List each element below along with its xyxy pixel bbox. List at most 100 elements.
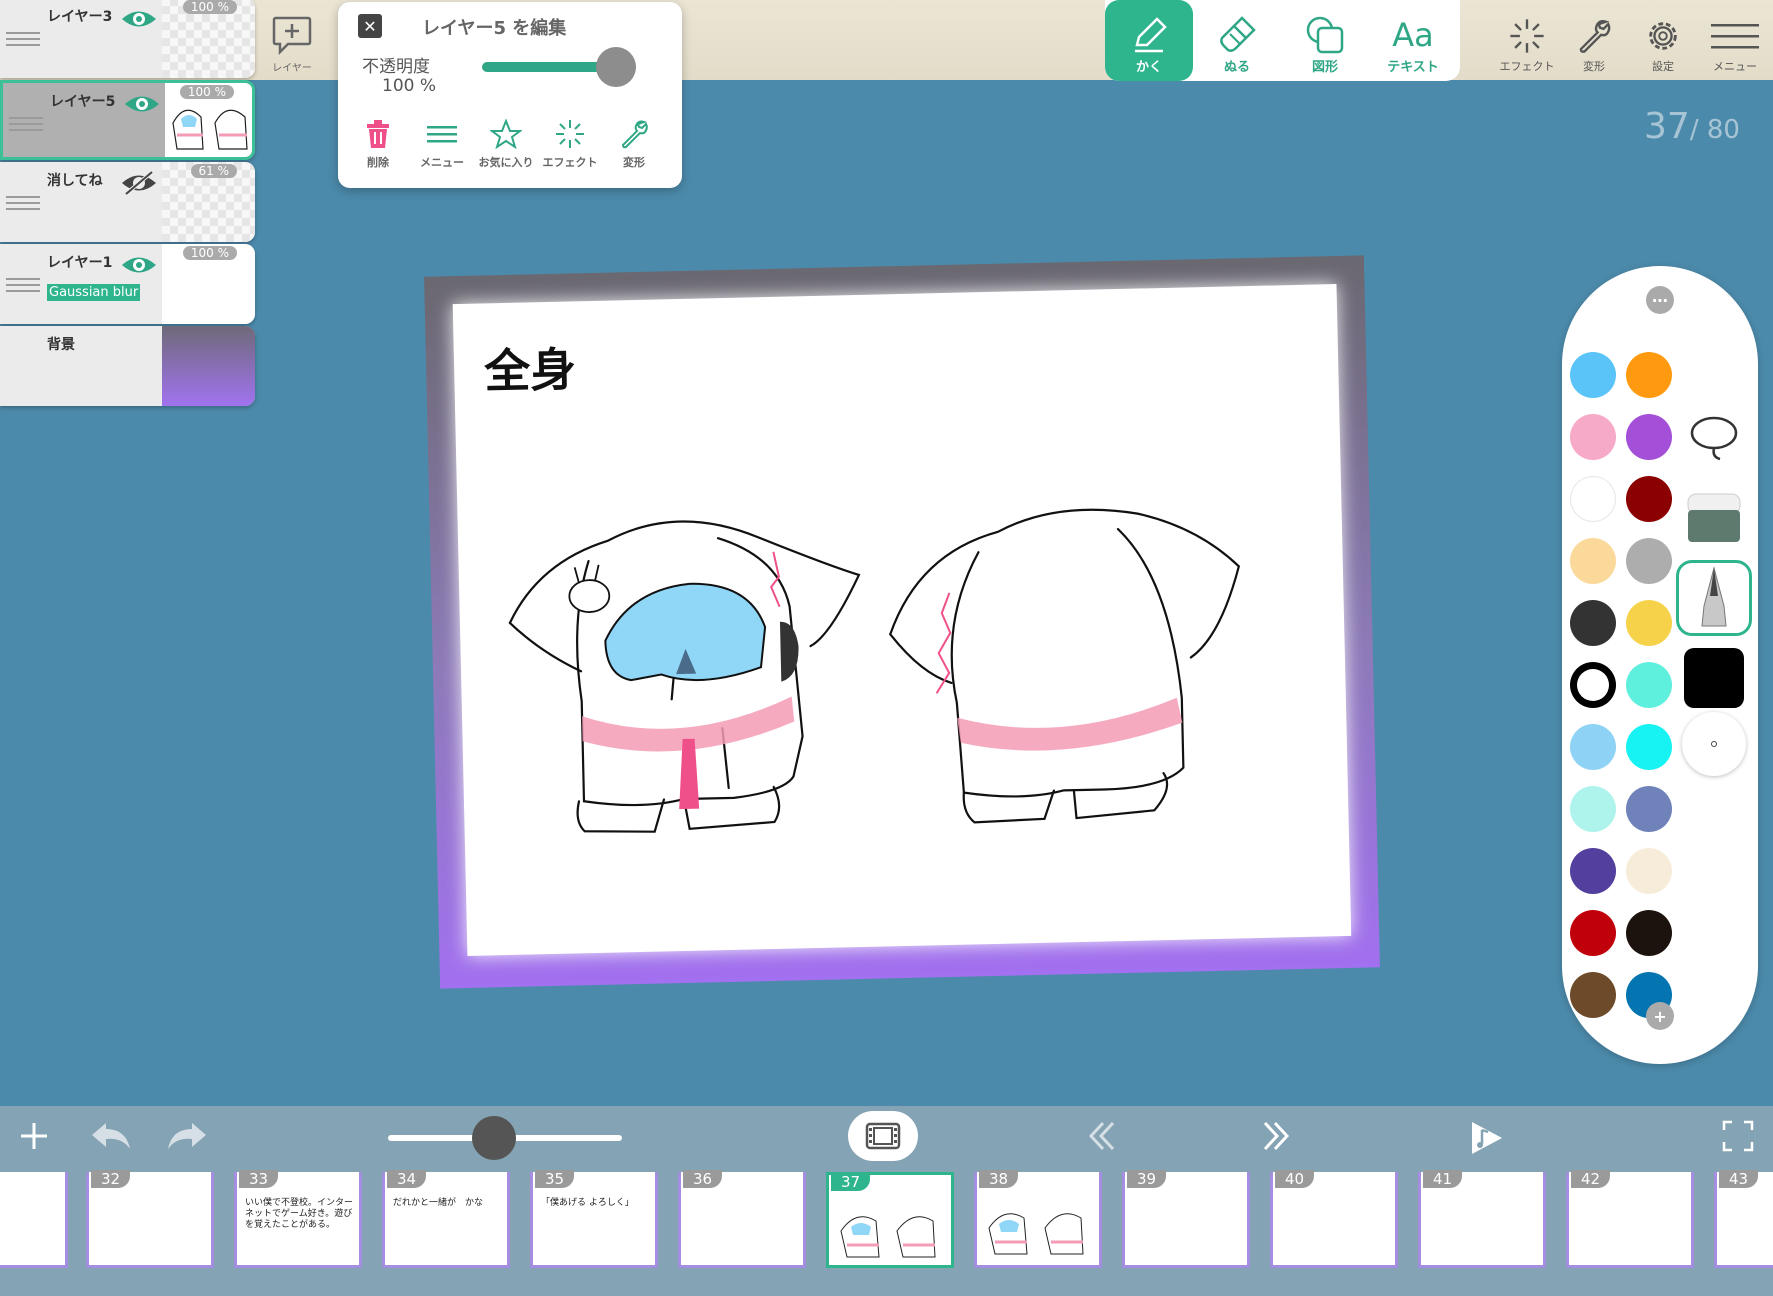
page-counter: 37/ 80 [1644,106,1740,147]
color-swatch[interactable] [1570,352,1616,398]
frame-thumbnail-current[interactable]: 37 [826,1172,954,1268]
color-swatch[interactable] [1570,848,1616,894]
dot-size [1682,712,1746,776]
effect-badge[interactable]: Gaussian blur [47,284,141,301]
eye-icon[interactable] [120,252,158,278]
frame-thumbnail[interactable]: 40 [1270,1170,1398,1268]
eye-hidden-icon[interactable] [120,170,158,196]
eraser-tool[interactable] [1676,480,1752,556]
frame-thumbnail[interactable]: 42 [1566,1170,1694,1268]
eye-icon[interactable] [123,91,161,117]
total-pages: / 80 [1689,115,1740,145]
effect-menu-button[interactable]: エフェクト [1494,14,1560,74]
layer-name: 消してね [47,173,103,189]
color-palette: ⋯ + [1562,266,1758,1064]
color-swatch[interactable] [1626,538,1672,584]
color-swatch[interactable] [1626,414,1672,460]
color-swatch[interactable] [1570,600,1616,646]
layer-name: レイヤー5 [50,94,116,110]
tool-draw[interactable]: かく [1105,0,1193,81]
tool-shape[interactable]: 図形 [1281,0,1369,81]
layer-name: 背景 [47,337,75,353]
color-swatch[interactable] [1626,476,1672,522]
color-swatch[interactable] [1626,600,1672,646]
tool-text[interactable]: Aa テキスト [1369,0,1457,81]
frame-thumbnail[interactable]: 32 [86,1170,214,1268]
color-swatch[interactable] [1626,786,1672,832]
transform-menu-button[interactable]: 変形 [1561,14,1627,74]
color-swatch[interactable] [1626,662,1672,708]
transform-button[interactable]: 変形 [602,114,666,170]
tool-fill[interactable]: ぬる [1193,0,1281,81]
play-button[interactable] [1464,1116,1508,1160]
gear-icon [1649,22,1677,50]
undo-button[interactable] [88,1116,134,1156]
opacity-slider-knob[interactable] [596,47,636,87]
color-swatch[interactable] [1626,910,1672,956]
layer-row-background[interactable]: 背景 [0,326,255,406]
menu-button[interactable]: メニュー [410,114,474,170]
color-swatch[interactable] [1570,786,1616,832]
double-chevron-right-icon [1263,1121,1290,1151]
frame-thumbnail[interactable]: 33 いい僕で不登校。インターネットでゲーム好き。遊びを覚えたことがある。 [234,1170,362,1268]
color-swatch[interactable] [1626,352,1672,398]
double-chevron-left-icon [1088,1121,1115,1151]
layer-row-5[interactable]: レイヤー5 100 % [0,80,255,160]
frame-thumbnail[interactable] [0,1172,68,1268]
canvas-paper[interactable]: 全身 [452,284,1352,956]
eye-icon[interactable] [120,6,158,32]
canvas-frame[interactable]: 全身 [424,255,1380,989]
frame-number: 41 [1423,1170,1463,1188]
layer-row-erase[interactable]: 消してね 61 % [0,162,255,242]
drag-handle-icon[interactable] [9,113,43,133]
main-menu-button[interactable]: メニュー [1702,14,1768,74]
color-swatch[interactable] [1570,662,1616,708]
color-swatch[interactable] [1626,724,1672,770]
frame-thumbnail[interactable]: 34 だれかと一緒が かな [382,1170,510,1268]
zoom-slider-knob[interactable] [472,1116,516,1160]
favorite-button[interactable]: お気に入り [474,114,538,170]
pen-tool[interactable] [1676,560,1752,636]
effect-button[interactable]: エフェクト [538,114,602,170]
more-options-icon[interactable]: ⋯ [1646,286,1674,314]
film-view-button[interactable] [848,1111,918,1161]
menu-icon [1711,24,1759,49]
frame-thumbnail[interactable]: 38 [974,1170,1102,1268]
settings-button[interactable]: 設定 [1630,14,1696,74]
color-swatch[interactable] [1570,476,1616,522]
lasso-tool[interactable] [1676,400,1752,476]
frame-thumbnail[interactable]: 41 [1418,1170,1546,1268]
frame-thumbnail[interactable]: 43 [1714,1170,1773,1268]
color-swatch[interactable] [1570,724,1616,770]
frame-thumbnail[interactable]: 39 [1122,1170,1250,1268]
frame-number: 39 [1127,1170,1167,1188]
frame-thumbnail[interactable]: 36 [678,1170,806,1268]
brush-size-slot[interactable] [1676,706,1752,782]
next-frame-button[interactable] [1256,1116,1296,1156]
add-frame-button[interactable] [14,1116,54,1156]
color-swatch[interactable] [1570,414,1616,460]
delete-button[interactable]: 削除 [346,114,410,170]
color-swatch[interactable] [1570,538,1616,584]
layer-row-3[interactable]: レイヤー3 100 % [0,0,255,78]
film-icon [865,1122,901,1150]
drag-handle-icon[interactable] [6,192,40,212]
drag-handle-icon[interactable] [6,274,40,294]
undo-icon [92,1123,130,1149]
pen-icon [1135,17,1167,53]
drag-handle-icon[interactable] [6,28,40,48]
current-color-slot[interactable] [1676,640,1752,716]
frame-thumbnail[interactable]: 35 「僕あげる よろしく」 [530,1170,658,1268]
add-color-icon[interactable]: + [1646,1002,1674,1030]
opacity-badge: 100 % [182,246,237,260]
fullscreen-button[interactable] [1718,1116,1758,1156]
close-button[interactable]: ✕ [358,14,382,38]
color-swatch[interactable] [1570,972,1616,1018]
redo-button[interactable] [164,1116,210,1156]
layer-row-1[interactable]: レイヤー1 Gaussian blur 100 % [0,244,255,324]
add-layer-button[interactable]: レイヤー [264,14,320,74]
color-swatch[interactable] [1626,848,1672,894]
opacity-slider-track[interactable] [482,62,612,72]
color-swatch[interactable] [1570,910,1616,956]
prev-frame-button[interactable] [1082,1116,1122,1156]
